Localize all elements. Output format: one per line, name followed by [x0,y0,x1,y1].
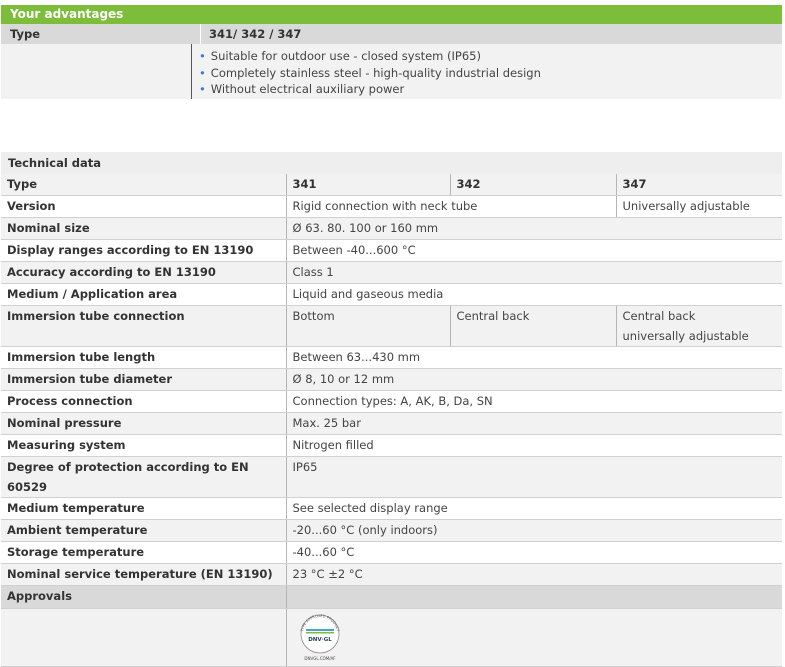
approvals-logo-row: TYPE APPROVED PRODUCT DNV·GL DNVGL.COM/A… [1,608,782,667]
technical-data-table: Type 341 342 347 Version Rigid connectio… [1,174,782,667]
approvals-logo-empty-cell [1,608,286,667]
row-value-line: Central back [622,309,696,323]
row-value: Class 1 [285,261,782,284]
advantages-type-label: Type [10,27,41,41]
row-value: Bottom [285,305,450,347]
row-value: -20...60 °C (only indoors) [285,519,782,542]
row-label: Process connection [1,390,286,413]
table-row: Immersion tube length Between 63...430 m… [1,346,782,369]
row-value: See selected display range [285,497,782,520]
row-label: Ambient temperature [1,519,286,542]
advantage-text: Without electrical auxiliary power [210,82,405,96]
approvals-row: Approvals [1,585,782,609]
row-value: Nitrogen filled [285,434,782,457]
row-label: Display ranges according to EN 13190 [1,239,286,262]
row-value: Connection types: A, AK, B, Da, SN [285,390,782,413]
advantages-body: • Suitable for outdoor use - closed syste… [1,44,782,99]
table-row: Accuracy according to EN 13190 Class 1 [1,261,782,284]
table-row: Storage temperature -40...60 °C [1,541,782,564]
table-row: Measuring system Nitrogen filled [1,434,782,457]
advantages-type-row: Type 341/ 342 / 347 [1,24,782,44]
row-label: Storage temperature [1,541,286,564]
row-value: IP65 [285,456,782,498]
approvals-header-value [285,585,782,609]
row-value: Max. 25 bar [285,412,782,435]
table-row: Type 341 342 347 [1,174,782,196]
row-value: -40...60 °C [285,541,782,564]
table-row: Nominal service temperature (EN 13190) 2… [1,563,782,586]
table-row: Degree of protection according to EN 605… [1,456,782,498]
row-label: Immersion tube diameter [1,368,286,391]
advantages-header: Your advantages [1,5,782,24]
advantage-item: • Without electrical auxiliary power [199,81,782,98]
type-342: 342 [449,174,616,196]
row-label: Degree of protection according to EN 605… [1,456,286,498]
advantage-text: Suitable for outdoor use - closed system… [210,49,481,63]
row-label: Nominal size [1,217,286,240]
dnv-gl-approval-logo-icon: TYPE APPROVED PRODUCT DNV·GL DNVGL.COM/A… [299,614,339,661]
table-row: Medium temperature See selected display … [1,497,782,520]
advantages-body-empty-cell [1,44,191,99]
row-label: Immersion tube connection [1,305,286,347]
advantage-item: • Suitable for outdoor use - closed syste… [199,48,782,65]
approvals-label: Approvals [1,585,286,609]
type-347: 347 [615,174,782,196]
row-label: Version [1,195,286,218]
advantages-list: • Suitable for outdoor use - closed syste… [199,48,782,98]
row-label: Medium / Application area [1,283,286,306]
row-label: Nominal pressure [1,412,286,435]
row-label: Type [1,174,286,196]
bullet-icon: • [199,49,206,63]
row-value: Between -40...600 °C [285,239,782,262]
table-row: Nominal size Ø 63. 80. 100 or 160 mm [1,217,782,240]
row-value-line: universally adjustable [622,329,749,343]
row-label: Immersion tube length [1,346,286,369]
advantages-list-cell: • Suitable for outdoor use - closed syste… [191,44,782,99]
table-row: Immersion tube connection Bottom Central… [1,305,782,347]
row-label: Nominal service temperature (EN 13190) [1,563,286,586]
technical-data-title: Technical data [1,152,782,174]
row-value: Ø 8, 10 or 12 mm [285,368,782,391]
approvals-logo-cell: TYPE APPROVED PRODUCT DNV·GL DNVGL.COM/A… [285,608,782,667]
table-row: Version Rigid connection with neck tube … [1,195,782,218]
row-label: Measuring system [1,434,286,457]
table-row: Medium / Application area Liquid and gas… [1,283,782,306]
bullet-icon: • [199,82,206,96]
row-value: Central back [449,305,616,347]
row-value: Between 63...430 mm [285,346,782,369]
logo-url: DNVGL.COM/AF [304,656,336,661]
table-row: Display ranges according to EN 13190 Bet… [1,239,782,262]
row-value: 23 °C ±2 °C [285,563,782,586]
advantages-type-value: 341/ 342 / 347 [200,24,782,44]
row-label: Accuracy according to EN 13190 [1,261,286,284]
row-value: Ø 63. 80. 100 or 160 mm [285,217,782,240]
row-label: Medium temperature [1,497,286,520]
table-row: Nominal pressure Max. 25 bar [1,412,782,435]
row-value: Universally adjustable [615,195,782,218]
logo-brand: DNV·GL [308,637,332,643]
bullet-icon: • [199,65,206,80]
advantage-item: • Completely stainless steel - high-quali… [199,65,782,82]
table-row: Ambient temperature -20...60 °C (only in… [1,519,782,542]
technical-data-section: Technical data Type 341 342 347 Version … [1,152,782,667]
row-value: Rigid connection with neck tube [285,195,616,218]
row-value: Central back universally adjustable [615,305,782,347]
type-341: 341 [285,174,450,196]
table-row: Process connection Connection types: A, … [1,390,782,413]
row-value: Liquid and gaseous media [285,283,782,306]
advantage-text: Completely stainless steel - high-qualit… [210,65,541,80]
table-row: Immersion tube diameter Ø 8, 10 or 12 mm [1,368,782,391]
